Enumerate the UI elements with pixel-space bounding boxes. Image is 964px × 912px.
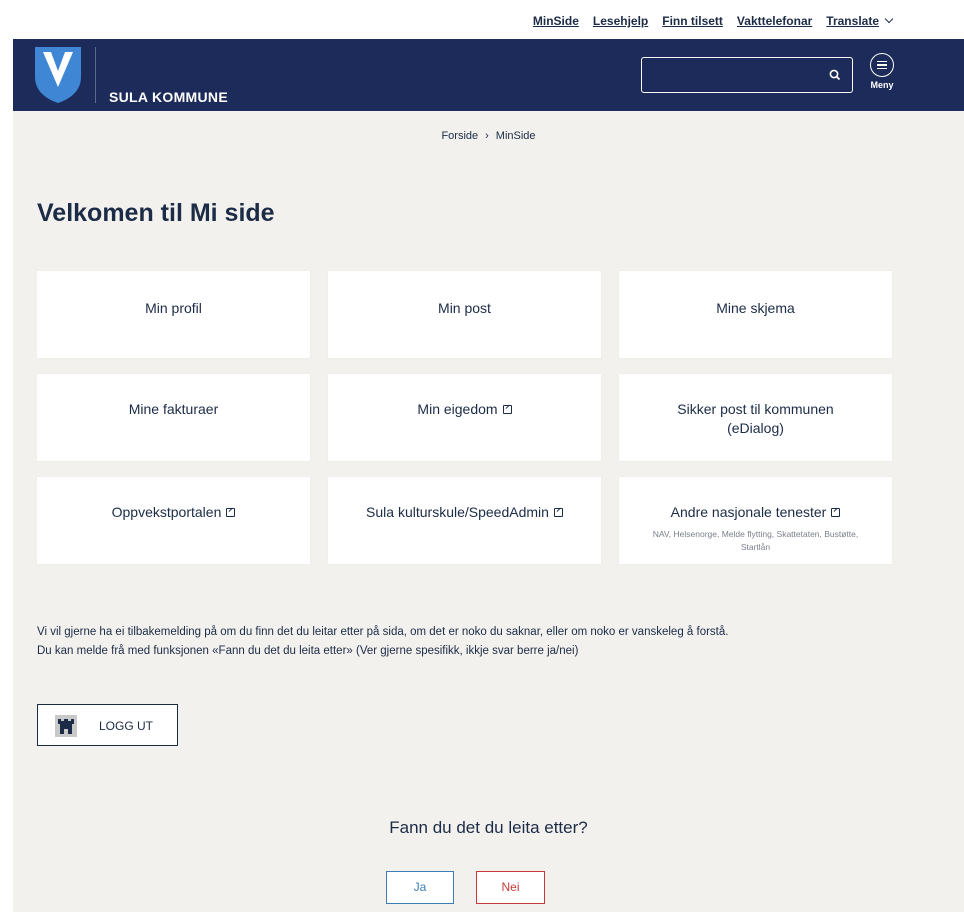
menu-icon (870, 53, 894, 77)
minside-link[interactable]: MinSide (533, 14, 579, 28)
brand-name[interactable]: SULA KOMMUNE (109, 89, 228, 105)
sula-logo-icon[interactable] (35, 47, 81, 103)
card-andre-nasjonale-tenester[interactable]: Andre nasjonale tenester NAV, Helsenorge… (619, 477, 892, 564)
breadcrumb: Forside › MinSide (13, 130, 964, 142)
feedback-question: Fann du det du leita etter? (389, 818, 588, 837)
card-label: Sula kulturskule/SpeedAdmin (364, 503, 565, 522)
card-label: Min profil (145, 300, 202, 316)
feedback-line-2: Du kan melde frå med funksjonen «Fann du… (37, 645, 579, 657)
site-header: SULA KOMMUNE Meny (13, 39, 964, 111)
card-min-profil[interactable]: Min profil (37, 271, 310, 358)
yes-button[interactable]: Ja (386, 871, 454, 904)
menu-button[interactable]: Meny (865, 53, 899, 103)
card-mine-fakturaer[interactable]: Mine fakturaer (37, 374, 310, 461)
card-sikker-post[interactable]: Sikker post til kommunen (eDialog) (619, 374, 892, 461)
card-label: Oppvekstportalen (51, 503, 296, 522)
card-mine-skjema[interactable]: Mine skjema (619, 271, 892, 358)
vakttelefonar-link[interactable]: Vakttelefonar (737, 14, 812, 28)
card-label: Mine skjema (716, 300, 795, 316)
search-icon[interactable] (828, 68, 842, 82)
card-sula-kulturskule[interactable]: Sula kulturskule/SpeedAdmin (328, 477, 601, 564)
translate-dropdown[interactable]: Translate (826, 14, 894, 28)
breadcrumb-separator: › (485, 130, 489, 142)
card-min-post[interactable]: Min post (328, 271, 601, 358)
chevron-down-icon (884, 14, 894, 24)
utility-nav: MinSide Lesehjelp Finn tilsett Vakttelef… (13, 0, 964, 39)
feedback-line-1: Vi vil gjerne ha ei tilbakemelding på om… (37, 626, 729, 638)
main-content: Forside › MinSide Velkomen til Mi side Min… (13, 111, 964, 912)
logout-label: LOGG UT (99, 719, 154, 733)
lesehjelp-link[interactable]: Lesehjelp (593, 14, 648, 28)
logout-button[interactable]: LOGG UT (37, 704, 178, 746)
card-label: Mine fakturaer (128, 401, 219, 417)
castle-icon (55, 715, 77, 737)
card-min-eigedom[interactable]: Min eigedom (328, 374, 601, 461)
external-link-icon (226, 508, 236, 517)
page-title: Velkomen til Mi side (37, 199, 275, 227)
external-link-icon (831, 508, 841, 517)
search-box[interactable] (641, 57, 853, 93)
card-label: Andre nasjonale tenester (633, 503, 878, 522)
card-oppvekstportalen[interactable]: Oppvekstportalen (37, 477, 310, 564)
menu-label: Meny (870, 80, 894, 90)
card-label: Min eigedom (342, 400, 587, 419)
breadcrumb-home[interactable]: Forside (441, 130, 478, 142)
card-sublabel: NAV, Helsenorge, Melde flytting, Skattet… (652, 529, 859, 552)
logo-divider (95, 47, 96, 103)
finn-tilsett-link[interactable]: Finn tilsett (662, 14, 723, 28)
feedback-text: Vi vil gjerne ha ei tilbakemelding på om… (37, 623, 937, 661)
card-label: Sikker post til kommunen (eDialog) (677, 401, 834, 436)
card-label: Min post (438, 300, 491, 316)
external-link-icon (502, 405, 512, 414)
translate-link[interactable]: Translate (826, 14, 879, 28)
breadcrumb-current: MinSide (495, 130, 536, 142)
utility-links: MinSide Lesehjelp Finn tilsett Vakttelef… (533, 14, 894, 28)
external-link-icon (553, 508, 563, 517)
no-button[interactable]: Nei (476, 871, 545, 904)
search-input[interactable] (648, 64, 822, 88)
